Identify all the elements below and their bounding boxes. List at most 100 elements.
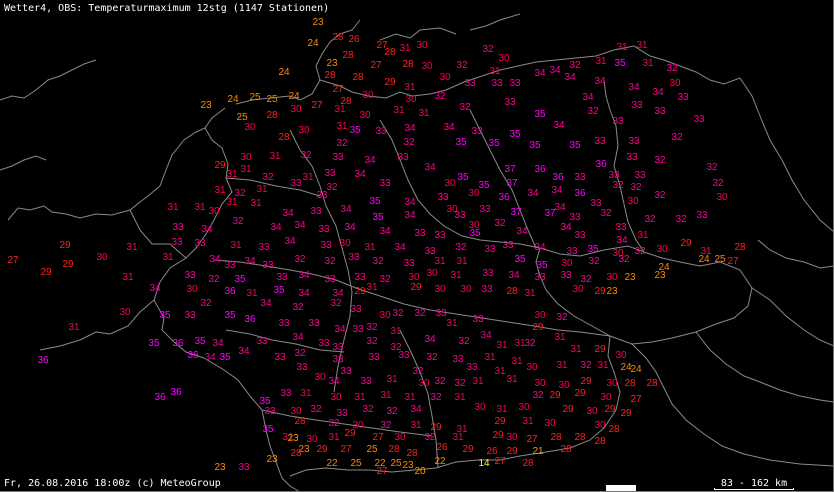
- station-value: 31: [354, 392, 366, 403]
- station-value: 32: [403, 137, 415, 148]
- station-value: 32: [654, 190, 666, 201]
- station-value: 30: [405, 94, 417, 105]
- station-value: 37: [504, 164, 516, 175]
- station-value: 29: [680, 238, 692, 249]
- station-value: 27: [727, 256, 739, 267]
- station-value: 27: [311, 100, 323, 111]
- station-value: 28: [406, 448, 418, 459]
- station-value: 29: [354, 286, 366, 297]
- station-value: 31: [226, 169, 238, 180]
- station-value: 30: [518, 402, 530, 413]
- station-value: 30: [208, 206, 220, 217]
- station-value: 30: [544, 418, 556, 429]
- station-value: 28: [324, 70, 336, 81]
- station-value: 30: [314, 372, 326, 383]
- station-value: 34: [616, 235, 628, 246]
- station-value: 26: [348, 34, 360, 45]
- station-value: 31: [554, 332, 566, 343]
- station-value: 31: [570, 344, 582, 355]
- station-value: 34: [410, 404, 422, 415]
- station-value: 34: [364, 155, 376, 166]
- station-value: 30: [600, 392, 612, 403]
- station-value: 33: [502, 240, 514, 251]
- station-value: 31: [496, 340, 508, 351]
- station-value: 30: [656, 244, 668, 255]
- station-value: 37: [544, 208, 556, 219]
- station-value: 33: [654, 106, 666, 117]
- station-value: 35: [273, 285, 285, 296]
- station-value: 35: [224, 310, 236, 321]
- station-value: 31: [506, 374, 518, 385]
- station-value: 34: [354, 169, 366, 180]
- station-value: 30: [615, 350, 627, 361]
- station-value: 32: [600, 208, 612, 219]
- station-value: 34: [554, 202, 566, 213]
- station-value: 14: [478, 458, 490, 469]
- station-value: 29: [594, 286, 606, 297]
- station-value: 33: [264, 406, 276, 417]
- station-value: 35: [514, 254, 526, 265]
- station-value: 35: [587, 244, 599, 255]
- station-value: 31: [214, 185, 226, 196]
- station-value: 34: [340, 204, 352, 215]
- station-value: 33: [352, 324, 364, 335]
- station-value: 34: [508, 270, 520, 281]
- station-value: 34: [298, 270, 310, 281]
- station-value: 28: [522, 458, 534, 469]
- station-value: 27: [630, 394, 642, 405]
- station-value: 33: [466, 362, 478, 373]
- station-value: 32: [336, 138, 348, 149]
- station-value: 23: [266, 454, 278, 465]
- station-value: 32: [532, 390, 544, 401]
- station-value: 31: [393, 105, 405, 116]
- station-value: 31: [399, 43, 411, 54]
- station-value: 34: [480, 330, 492, 341]
- station-value: 30: [716, 192, 728, 203]
- station-value: 33: [184, 270, 196, 281]
- station-value: 32: [494, 218, 506, 229]
- station-value: 32: [424, 432, 436, 443]
- station-value: 30: [96, 252, 108, 263]
- station-value: 30: [506, 432, 518, 443]
- station-value: 31: [386, 374, 398, 385]
- station-value: 33: [332, 152, 344, 163]
- station-value: 28: [332, 32, 344, 43]
- station-value: 28: [608, 424, 620, 435]
- station-value: 32: [386, 406, 398, 417]
- station-value: 36: [187, 350, 199, 361]
- station-value: 35: [372, 212, 384, 223]
- station-value: 31: [410, 420, 422, 431]
- station-value: 31: [454, 392, 466, 403]
- station-value: 28: [352, 72, 364, 83]
- station-value: 23: [654, 270, 666, 281]
- station-value: 34: [284, 236, 296, 247]
- station-value: 30: [330, 392, 342, 403]
- station-value: 33: [290, 178, 302, 189]
- station-value: 34: [564, 72, 576, 83]
- station-value: 34: [549, 65, 561, 76]
- station-value: 31: [240, 164, 252, 175]
- station-value: 30: [439, 72, 451, 83]
- station-value: 36: [498, 192, 510, 203]
- station-value: 32: [556, 312, 568, 323]
- station-value: 34: [516, 226, 528, 237]
- station-value: 31: [230, 240, 242, 251]
- station-value: 35: [469, 228, 481, 239]
- station-value: 31: [364, 242, 376, 253]
- station-value: 29: [562, 404, 574, 415]
- station-value: 33: [509, 78, 521, 89]
- station-value: 32: [412, 366, 424, 377]
- station-value: 32: [434, 376, 446, 387]
- station-value: 36: [574, 188, 586, 199]
- station-value: 31: [226, 197, 238, 208]
- station-value: 33: [308, 318, 320, 329]
- station-value: 35: [194, 336, 206, 347]
- station-value: 28: [278, 132, 290, 143]
- station-value: 31: [256, 184, 268, 195]
- station-value: 32: [580, 360, 592, 371]
- station-value: 32: [675, 214, 687, 225]
- station-value: 31: [616, 42, 628, 53]
- station-value: 34: [551, 185, 563, 196]
- station-value: 30: [572, 284, 584, 295]
- map-title: Wetter4, OBS: Temperaturmaximum 12stg (1…: [4, 3, 330, 14]
